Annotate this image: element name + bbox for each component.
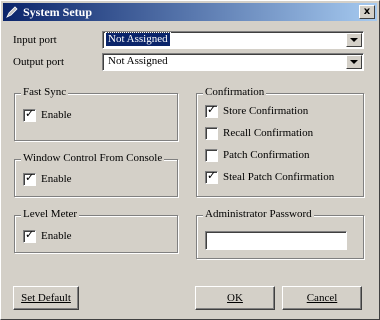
chevron-down-icon[interactable] xyxy=(346,55,362,69)
ok-button[interactable]: OK xyxy=(195,286,275,310)
title-bar: System Setup x xyxy=(3,3,377,21)
input-port-label: Input port xyxy=(13,34,57,46)
chevron-down-icon[interactable] xyxy=(346,33,362,47)
close-button[interactable]: x xyxy=(359,5,375,19)
output-port-label: Output port xyxy=(13,56,65,68)
admin-password-field[interactable] xyxy=(205,231,347,250)
window-control-title: Window Control From Console xyxy=(21,152,165,164)
input-port-select[interactable]: Not Assigned xyxy=(102,31,364,49)
check-icon: ✓ xyxy=(207,103,217,116)
output-port-select[interactable]: Not Assigned xyxy=(102,53,364,71)
window-control-enable-label: Enable xyxy=(41,173,72,185)
fast-sync-title: Fast Sync xyxy=(21,86,69,98)
checkbox[interactable]: ✓ xyxy=(205,169,218,184)
pencil-icon xyxy=(6,6,18,18)
patch-confirmation-label: Patch Confirmation xyxy=(223,149,310,161)
confirmation-group: Confirmation ✓ Store Confirmation Recall… xyxy=(196,86,364,197)
window-title: System Setup xyxy=(23,5,93,19)
ok-label: OK xyxy=(227,292,243,304)
window-control-group: Window Control From Console ✓ Enable xyxy=(14,152,178,197)
check-icon: ✓ xyxy=(25,171,35,184)
checkbox[interactable]: ✓ xyxy=(205,103,218,118)
confirmation-title: Confirmation xyxy=(203,86,267,98)
fast-sync-enable-label: Enable xyxy=(41,109,72,121)
level-meter-group: Level Meter ✓ Enable xyxy=(14,208,178,253)
checkbox[interactable]: ✓ xyxy=(23,107,36,122)
set-default-button[interactable]: Set Default xyxy=(13,286,79,310)
fast-sync-group: Fast Sync ✓ Enable xyxy=(14,86,178,141)
steal-patch-confirmation-label: Steal Patch Confirmation xyxy=(223,171,335,183)
input-port-value: Not Assigned xyxy=(105,32,171,47)
recall-confirmation-label: Recall Confirmation xyxy=(223,127,314,139)
check-icon: ✓ xyxy=(207,169,217,182)
check-icon: ✓ xyxy=(25,107,35,120)
checkbox[interactable] xyxy=(205,149,218,162)
level-meter-enable-label: Enable xyxy=(41,230,72,242)
checkbox[interactable]: ✓ xyxy=(23,228,36,243)
check-icon: ✓ xyxy=(25,228,35,241)
output-port-value: Not Assigned xyxy=(108,55,168,67)
cancel-label: Cancel xyxy=(306,292,338,304)
store-confirmation-label: Store Confirmation xyxy=(223,105,309,117)
cancel-button[interactable]: Cancel xyxy=(282,286,362,310)
admin-password-title: Administrator Password xyxy=(203,208,314,220)
checkbox[interactable] xyxy=(205,127,218,140)
system-setup-dialog: System Setup x Input port Not Assigned O… xyxy=(0,0,380,320)
set-default-label: Set Default xyxy=(21,292,71,304)
admin-password-group: Administrator Password xyxy=(196,208,364,259)
level-meter-title: Level Meter xyxy=(21,208,80,220)
checkbox[interactable]: ✓ xyxy=(23,171,36,186)
